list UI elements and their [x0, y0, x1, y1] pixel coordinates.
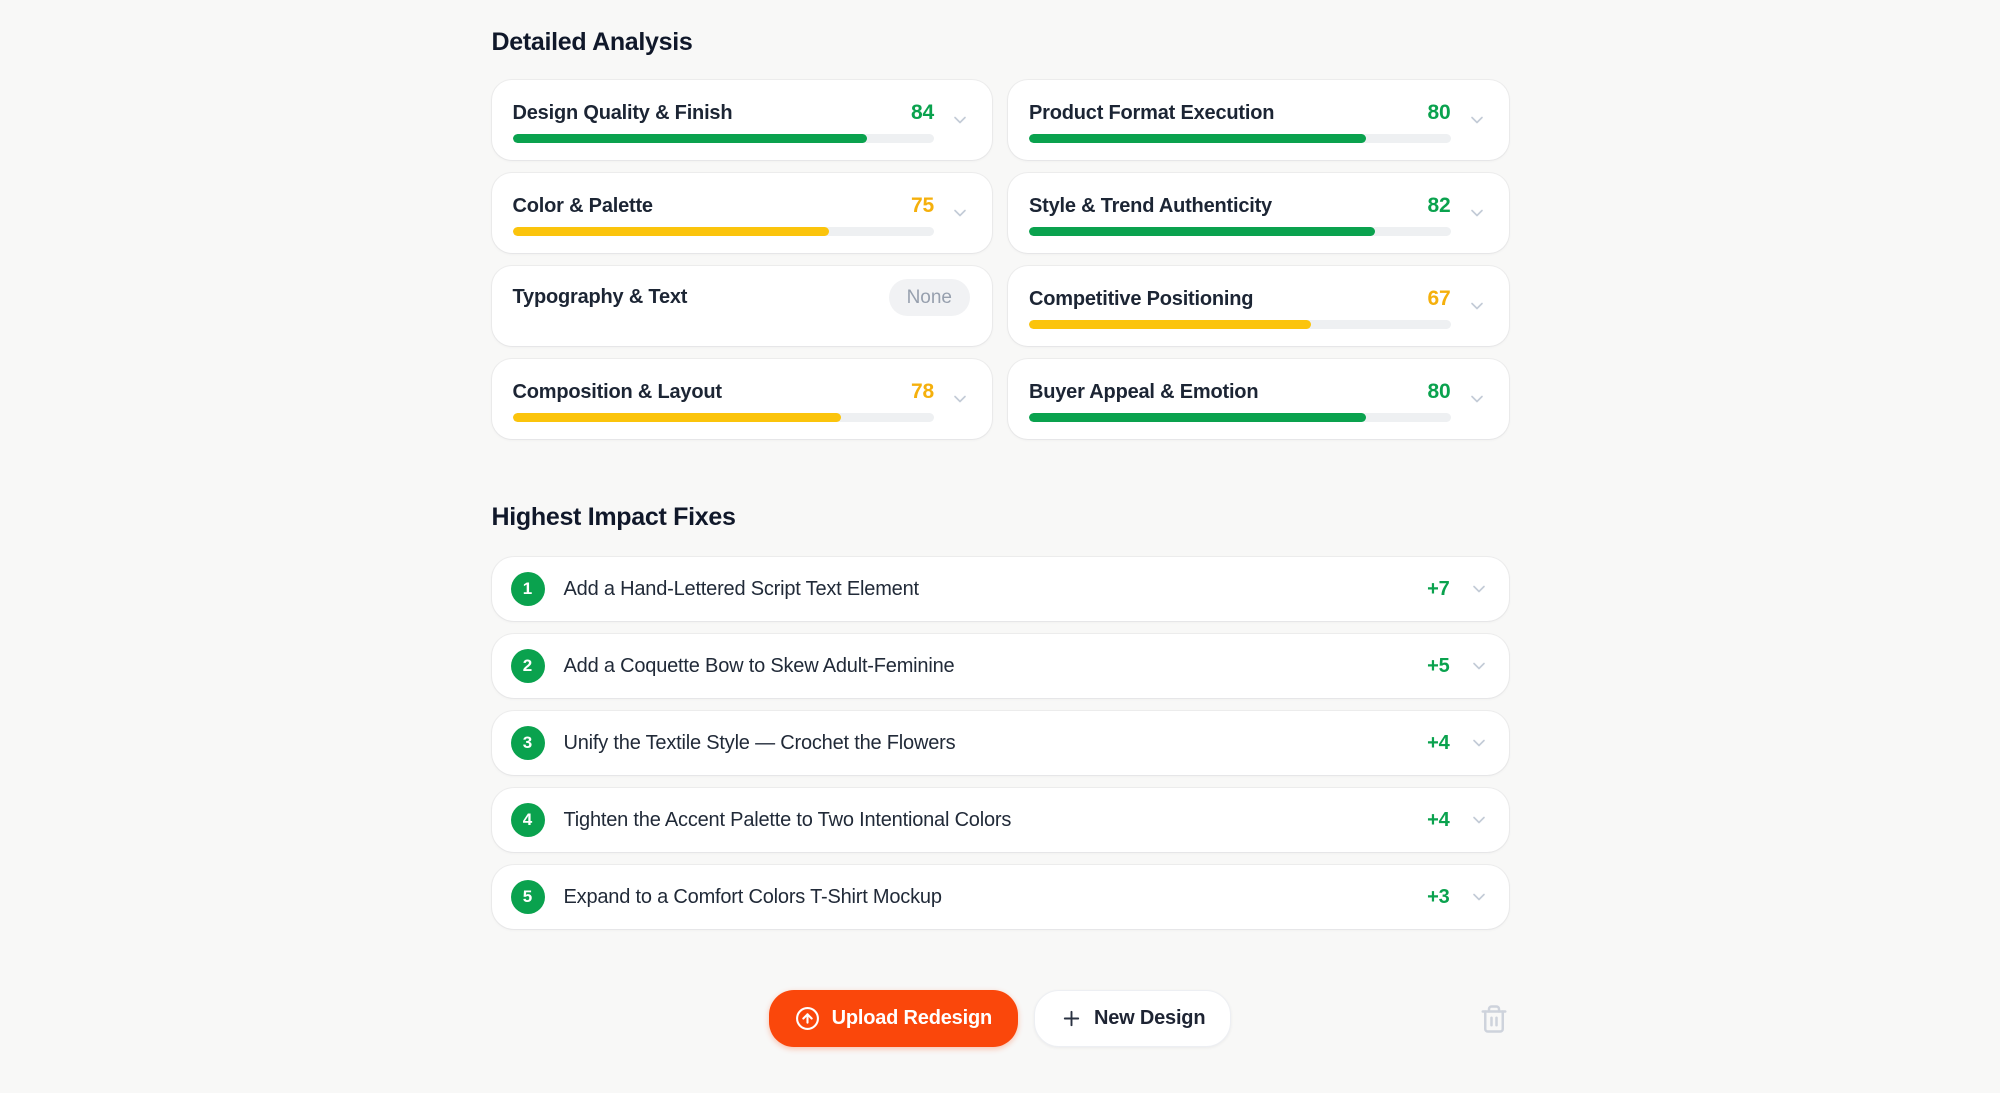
fix-number-badge: 2	[511, 649, 545, 683]
circle-arrow-up-icon	[795, 1006, 820, 1031]
highest-impact-fixes-heading: Highest Impact Fixes	[492, 502, 1509, 532]
fix-row-5[interactable]: 5 Expand to a Comfort Colors T-Shirt Moc…	[492, 865, 1509, 929]
fix-number-badge: 4	[511, 803, 545, 837]
fix-number-badge: 1	[511, 572, 545, 606]
chevron-down-icon[interactable]	[1469, 733, 1489, 753]
fix-number-badge: 5	[511, 880, 545, 914]
fix-number-badge: 3	[511, 726, 545, 760]
chevron-down-icon[interactable]	[950, 203, 970, 223]
metric-card-color-palette[interactable]: Color & Palette 75	[492, 173, 993, 253]
fix-row-2[interactable]: 2 Add a Coquette Bow to Skew Adult-Femin…	[492, 634, 1509, 698]
fixes-list: 1 Add a Hand-Lettered Script Text Elemen…	[492, 557, 1509, 929]
metric-score: 84	[911, 101, 934, 125]
metric-label: Design Quality & Finish	[513, 102, 733, 125]
metric-score: 82	[1428, 194, 1451, 218]
metric-progress-track	[1029, 134, 1451, 143]
trash-icon	[1479, 1004, 1509, 1034]
fix-row-4[interactable]: 4 Tighten the Accent Palette to Two Inte…	[492, 788, 1509, 852]
fix-title: Expand to a Comfort Colors T-Shirt Mocku…	[564, 886, 1428, 909]
metric-label: Competitive Positioning	[1029, 288, 1253, 311]
metric-progress-fill	[1029, 320, 1311, 329]
chevron-down-icon[interactable]	[1469, 887, 1489, 907]
main-content: Detailed Analysis Design Quality & Finis…	[492, 0, 1509, 1047]
actions-bar: Upload Redesign New Design	[492, 990, 1509, 1047]
detailed-analysis-grid: Design Quality & Finish 84 Product Forma…	[492, 80, 1509, 439]
chevron-down-icon[interactable]	[1467, 389, 1487, 409]
metric-progress-track	[1029, 413, 1451, 422]
fix-title: Add a Hand-Lettered Script Text Element	[564, 578, 1428, 601]
plus-icon	[1060, 1007, 1083, 1030]
metric-progress-track	[1029, 227, 1451, 236]
upload-redesign-button[interactable]: Upload Redesign	[769, 990, 1018, 1047]
metric-label: Style & Trend Authenticity	[1029, 195, 1272, 218]
metric-progress-track	[513, 134, 935, 143]
fix-row-1[interactable]: 1 Add a Hand-Lettered Script Text Elemen…	[492, 557, 1509, 621]
metric-progress-fill	[513, 134, 867, 143]
chevron-down-icon[interactable]	[1469, 579, 1489, 599]
fix-impact-score: +4	[1427, 809, 1449, 832]
fix-title: Unify the Textile Style — Crochet the Fl…	[564, 732, 1428, 755]
chevron-down-icon[interactable]	[950, 110, 970, 130]
metric-card-composition[interactable]: Composition & Layout 78	[492, 359, 993, 439]
metric-score: 67	[1428, 287, 1451, 311]
chevron-down-icon[interactable]	[1469, 810, 1489, 830]
fix-row-3[interactable]: 3 Unify the Textile Style — Crochet the …	[492, 711, 1509, 775]
chevron-down-icon[interactable]	[1469, 656, 1489, 676]
chevron-down-icon[interactable]	[1467, 296, 1487, 316]
metric-score: 78	[911, 380, 934, 404]
metric-card-style-trend[interactable]: Style & Trend Authenticity 82	[1008, 173, 1509, 253]
fix-title: Tighten the Accent Palette to Two Intent…	[564, 809, 1428, 832]
metric-progress-fill	[513, 227, 829, 236]
fix-impact-score: +4	[1427, 732, 1449, 755]
metric-progress-track	[1029, 320, 1451, 329]
metric-label: Typography & Text	[513, 286, 688, 309]
metric-score: 80	[1428, 380, 1451, 404]
chevron-down-icon[interactable]	[1467, 203, 1487, 223]
metric-progress-track	[513, 227, 935, 236]
delete-button[interactable]	[1479, 1004, 1509, 1034]
metric-label: Product Format Execution	[1029, 102, 1274, 125]
chevron-down-icon[interactable]	[950, 389, 970, 409]
chevron-down-icon[interactable]	[1467, 110, 1487, 130]
metric-label: Buyer Appeal & Emotion	[1029, 381, 1258, 404]
metric-card-buyer-appeal[interactable]: Buyer Appeal & Emotion 80	[1008, 359, 1509, 439]
metric-card-competitive[interactable]: Competitive Positioning 67	[1008, 266, 1509, 346]
metric-card-design-quality[interactable]: Design Quality & Finish 84	[492, 80, 993, 160]
new-design-label: New Design	[1094, 1007, 1205, 1030]
fix-impact-score: +7	[1427, 578, 1449, 601]
upload-redesign-label: Upload Redesign	[832, 1007, 992, 1030]
metric-progress-fill	[1029, 227, 1375, 236]
fix-impact-score: +3	[1427, 886, 1449, 909]
new-design-button[interactable]: New Design	[1034, 990, 1231, 1047]
metric-label: Color & Palette	[513, 195, 653, 218]
metric-progress-fill	[1029, 134, 1366, 143]
metric-score: 80	[1428, 101, 1451, 125]
metric-progress-fill	[1029, 413, 1366, 422]
metric-progress-track	[513, 413, 935, 422]
metric-card-typography: Typography & Text None	[492, 266, 993, 346]
metric-label: Composition & Layout	[513, 381, 722, 404]
metric-score: 75	[911, 194, 934, 218]
fix-title: Add a Coquette Bow to Skew Adult-Feminin…	[564, 655, 1428, 678]
none-badge: None	[889, 279, 970, 316]
metric-progress-fill	[513, 413, 842, 422]
detailed-analysis-heading: Detailed Analysis	[492, 27, 1509, 57]
fix-impact-score: +5	[1427, 655, 1449, 678]
metric-card-product-format[interactable]: Product Format Execution 80	[1008, 80, 1509, 160]
